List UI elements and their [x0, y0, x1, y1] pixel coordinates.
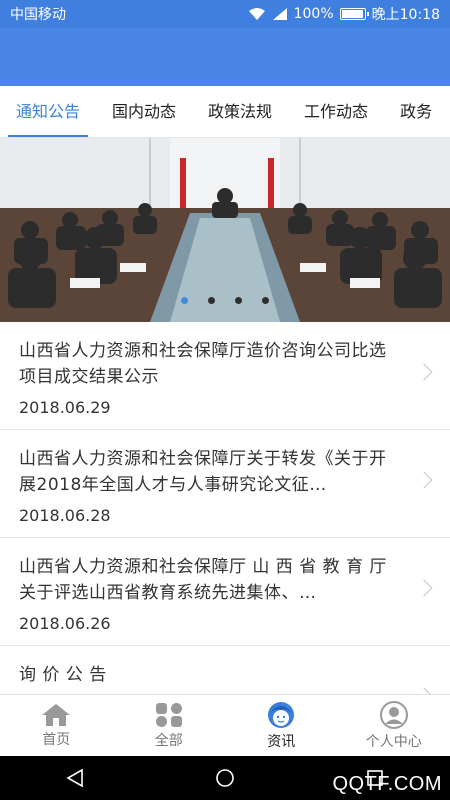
- category-tabs: 通知公告 国内动态 政策法规 工作动态 政务: [0, 86, 450, 138]
- news-title: 询 价 公 告: [19, 665, 107, 685]
- app-header: [0, 28, 450, 86]
- home-icon: [42, 703, 71, 726]
- news-item[interactable]: 山西省人力资源和社会保障厅造价咨询公司比选项目成交结果公示 2018.06.29: [0, 322, 450, 430]
- carousel-dots: [0, 297, 450, 304]
- tab-government[interactable]: 政务: [384, 86, 448, 137]
- grid-icon: [155, 702, 182, 727]
- news-title: 山西省人力资源和社会保障厅关于转发《关于开展2018年全国人才与人事研究论文征…: [19, 449, 387, 495]
- news-date: 2018.06.29: [19, 398, 111, 417]
- nav-all[interactable]: 全部: [113, 695, 226, 756]
- news-date: 2018.06.26: [19, 614, 111, 633]
- news-face-icon: [268, 701, 295, 728]
- chevron-right-icon: [415, 579, 433, 597]
- nav-news-label: 资讯: [267, 733, 296, 750]
- nav-profile[interactable]: 个人中心: [338, 695, 450, 756]
- nav-home-label: 首页: [42, 731, 71, 748]
- tab-policies[interactable]: 政策法规: [192, 86, 288, 137]
- status-right: 100% 晚上10:18: [248, 4, 440, 24]
- tab-notices[interactable]: 通知公告: [0, 86, 96, 137]
- news-title: 山西省人力资源和社会保障厅 山 西 省 教 育 厅关于评选山西省教育系统先进集体…: [19, 557, 387, 603]
- chevron-right-icon: [415, 471, 433, 489]
- news-item[interactable]: 山西省人力资源和社会保障厅关于转发《关于开展2018年全国人才与人事研究论文征……: [0, 430, 450, 538]
- watermark: QQTF.COM: [332, 773, 442, 795]
- banner-image: [0, 138, 450, 322]
- status-bar: 中国移动 100% 晚上10:18: [0, 0, 450, 28]
- news-list: 山西省人力资源和社会保障厅造价咨询公司比选项目成交结果公示 2018.06.29…: [0, 322, 450, 754]
- person-icon: [379, 700, 408, 729]
- nav-all-label: 全部: [154, 732, 183, 749]
- chevron-right-icon: [415, 363, 433, 381]
- banner-carousel[interactable]: [0, 138, 450, 322]
- clock: 晚上10:18: [371, 7, 440, 23]
- nav-home[interactable]: 首页: [0, 695, 113, 756]
- tab-work-news[interactable]: 工作动态: [288, 86, 384, 137]
- nav-news[interactable]: 资讯: [225, 695, 338, 756]
- carousel-dot[interactable]: [208, 297, 215, 304]
- carousel-dot[interactable]: [262, 297, 269, 304]
- bottom-nav: 首页 全部 资讯 个人中心: [0, 694, 450, 756]
- news-item[interactable]: 山西省人力资源和社会保障厅 山 西 省 教 育 厅关于评选山西省教育系统先进集体…: [0, 538, 450, 646]
- tab-domestic-news[interactable]: 国内动态: [96, 86, 192, 137]
- system-nav-bar: QQTF.COM: [0, 756, 450, 800]
- carousel-dot[interactable]: [235, 297, 242, 304]
- news-title: 山西省人力资源和社会保障厅造价咨询公司比选项目成交结果公示: [19, 341, 387, 387]
- nav-profile-label: 个人中心: [365, 733, 422, 750]
- battery-percent: 100%: [293, 6, 334, 22]
- signal-icon: [272, 8, 287, 20]
- carousel-dot[interactable]: [181, 297, 188, 304]
- back-icon[interactable]: [64, 767, 86, 789]
- home-circle-icon[interactable]: [214, 767, 236, 789]
- wifi-icon: [248, 8, 265, 20]
- battery-icon: [339, 8, 369, 20]
- news-date: 2018.06.28: [19, 506, 111, 525]
- carrier-label: 中国移动: [10, 7, 66, 23]
